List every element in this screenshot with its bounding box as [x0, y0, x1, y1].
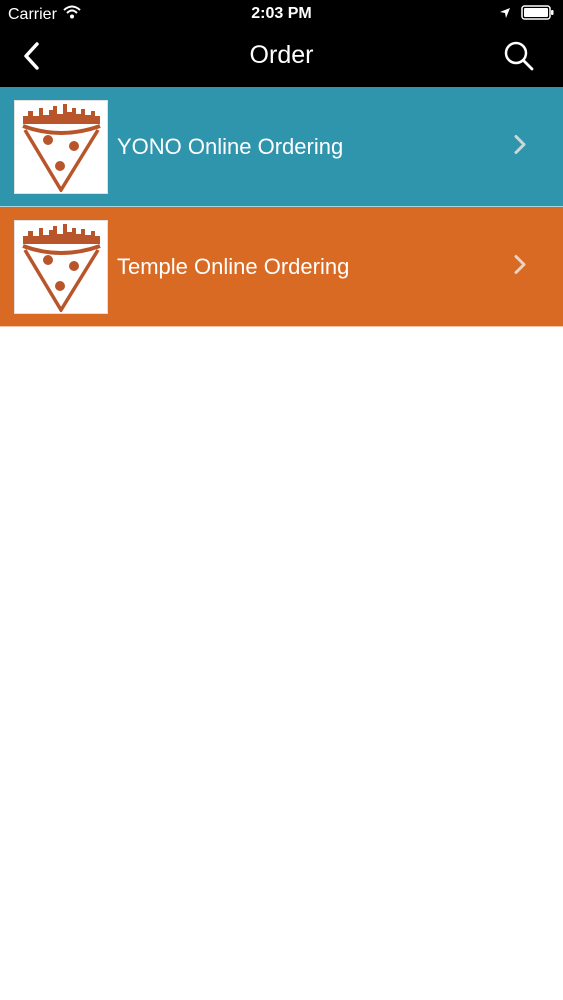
- page-title: Order: [249, 41, 314, 69]
- search-icon: [503, 40, 535, 77]
- status-bar: Carrier 2:03 PM: [0, 0, 563, 28]
- order-list: YONO Online Ordering Temple Online Order…: [0, 87, 563, 327]
- list-item-temple[interactable]: Temple Online Ordering: [0, 207, 563, 327]
- battery-icon: [521, 5, 555, 25]
- nav-bar: Order: [0, 28, 563, 87]
- pizza-slice-logo-icon: [14, 219, 108, 314]
- chevron-right-icon: [513, 133, 527, 160]
- status-right: [499, 5, 555, 25]
- list-item-yono[interactable]: YONO Online Ordering: [0, 87, 563, 207]
- pizza-slice-logo-icon: [14, 99, 108, 194]
- chevron-right-icon: [513, 253, 527, 280]
- location-arrow-icon: [499, 6, 511, 24]
- list-item-label: YONO Online Ordering: [117, 133, 344, 159]
- status-time: 2:03 PM: [251, 5, 312, 22]
- list-item-label: Temple Online Ordering: [117, 253, 350, 279]
- search-button[interactable]: [495, 40, 535, 76]
- header: Carrier 2:03 PM Order: [0, 0, 563, 87]
